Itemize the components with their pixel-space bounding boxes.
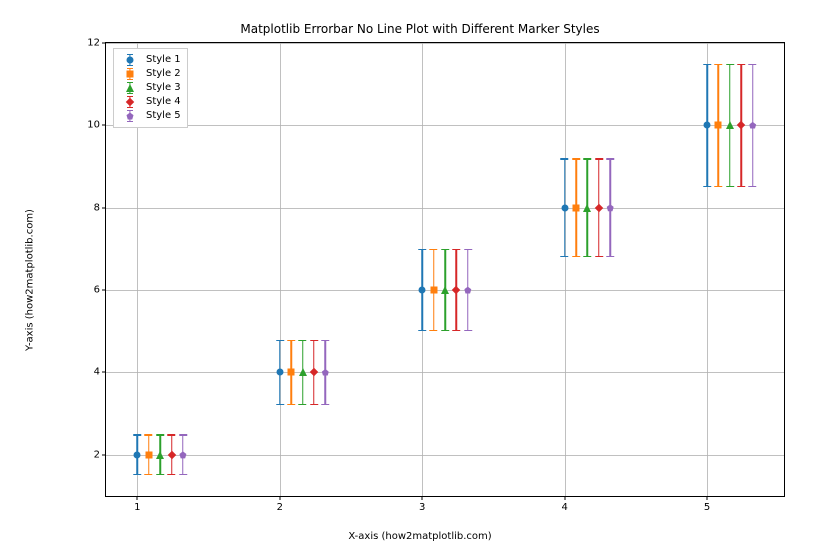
legend-item: Style 2 — [120, 67, 181, 81]
data-marker — [726, 121, 734, 129]
y-axis-label: Y-axis (how2matplotlib.com) — [25, 209, 36, 351]
legend-swatch — [120, 82, 140, 94]
data-marker — [310, 368, 318, 376]
data-marker — [715, 122, 722, 129]
legend-swatch — [120, 96, 140, 108]
data-marker — [167, 451, 175, 459]
grid-line-horizontal — [106, 125, 784, 126]
data-marker — [704, 122, 711, 129]
grid-line-horizontal — [106, 208, 784, 209]
data-marker — [322, 369, 329, 376]
legend: Style 1Style 2Style 3Style 4Style 5 — [113, 48, 188, 128]
data-marker — [464, 287, 471, 294]
grid-line-vertical — [280, 43, 281, 496]
data-marker — [607, 204, 614, 211]
data-marker — [299, 368, 307, 376]
x-tick-label: 5 — [704, 502, 710, 513]
data-marker — [595, 203, 603, 211]
grid-line-horizontal — [106, 43, 784, 44]
data-marker — [561, 204, 568, 211]
y-tick-mark — [102, 454, 106, 455]
data-marker — [156, 451, 164, 459]
x-axis-label: X-axis (how2matplotlib.com) — [0, 531, 840, 542]
y-tick-label: 6 — [94, 285, 100, 296]
data-marker — [583, 204, 591, 212]
y-tick-label: 12 — [87, 38, 100, 49]
legend-label: Style 1 — [146, 53, 181, 67]
x-tick-mark — [137, 496, 138, 500]
legend-swatch — [120, 68, 140, 80]
legend-item: Style 5 — [120, 109, 181, 123]
x-tick-label: 4 — [561, 502, 567, 513]
data-marker — [430, 287, 437, 294]
chart-title: Matplotlib Errorbar No Line Plot with Di… — [0, 22, 840, 36]
data-marker — [179, 451, 186, 458]
y-tick-mark — [102, 290, 106, 291]
y-tick-mark — [102, 43, 106, 44]
figure: Matplotlib Errorbar No Line Plot with Di… — [0, 0, 840, 560]
y-tick-label: 2 — [94, 449, 100, 460]
plot-area: 1234524681012 — [105, 42, 785, 497]
y-tick-label: 4 — [94, 367, 100, 378]
legend-item: Style 4 — [120, 95, 181, 109]
legend-label: Style 5 — [146, 109, 181, 123]
legend-swatch — [120, 110, 140, 122]
legend-swatch — [120, 54, 140, 66]
y-tick-label: 10 — [87, 120, 100, 131]
x-tick-mark — [279, 496, 280, 500]
x-tick-label: 1 — [134, 502, 140, 513]
x-tick-label: 3 — [419, 502, 425, 513]
data-marker — [749, 122, 756, 129]
grid-line-horizontal — [106, 372, 784, 373]
data-marker — [288, 369, 295, 376]
x-tick-mark — [422, 496, 423, 500]
legend-label: Style 4 — [146, 95, 181, 109]
legend-item: Style 3 — [120, 81, 181, 95]
data-marker — [441, 286, 449, 294]
data-marker — [737, 121, 745, 129]
data-marker — [145, 451, 152, 458]
y-tick-mark — [102, 207, 106, 208]
data-marker — [419, 287, 426, 294]
x-tick-label: 2 — [277, 502, 283, 513]
data-marker — [276, 369, 283, 376]
y-tick-mark — [102, 372, 106, 373]
data-marker — [134, 451, 141, 458]
data-marker — [573, 204, 580, 211]
data-marker — [452, 286, 460, 294]
x-tick-mark — [564, 496, 565, 500]
legend-label: Style 3 — [146, 81, 181, 95]
grid-line-horizontal — [106, 455, 784, 456]
x-tick-mark — [707, 496, 708, 500]
legend-item: Style 1 — [120, 53, 181, 67]
legend-label: Style 2 — [146, 67, 181, 81]
grid-line-vertical — [565, 43, 566, 496]
y-tick-label: 8 — [94, 202, 100, 213]
y-tick-mark — [102, 125, 106, 126]
